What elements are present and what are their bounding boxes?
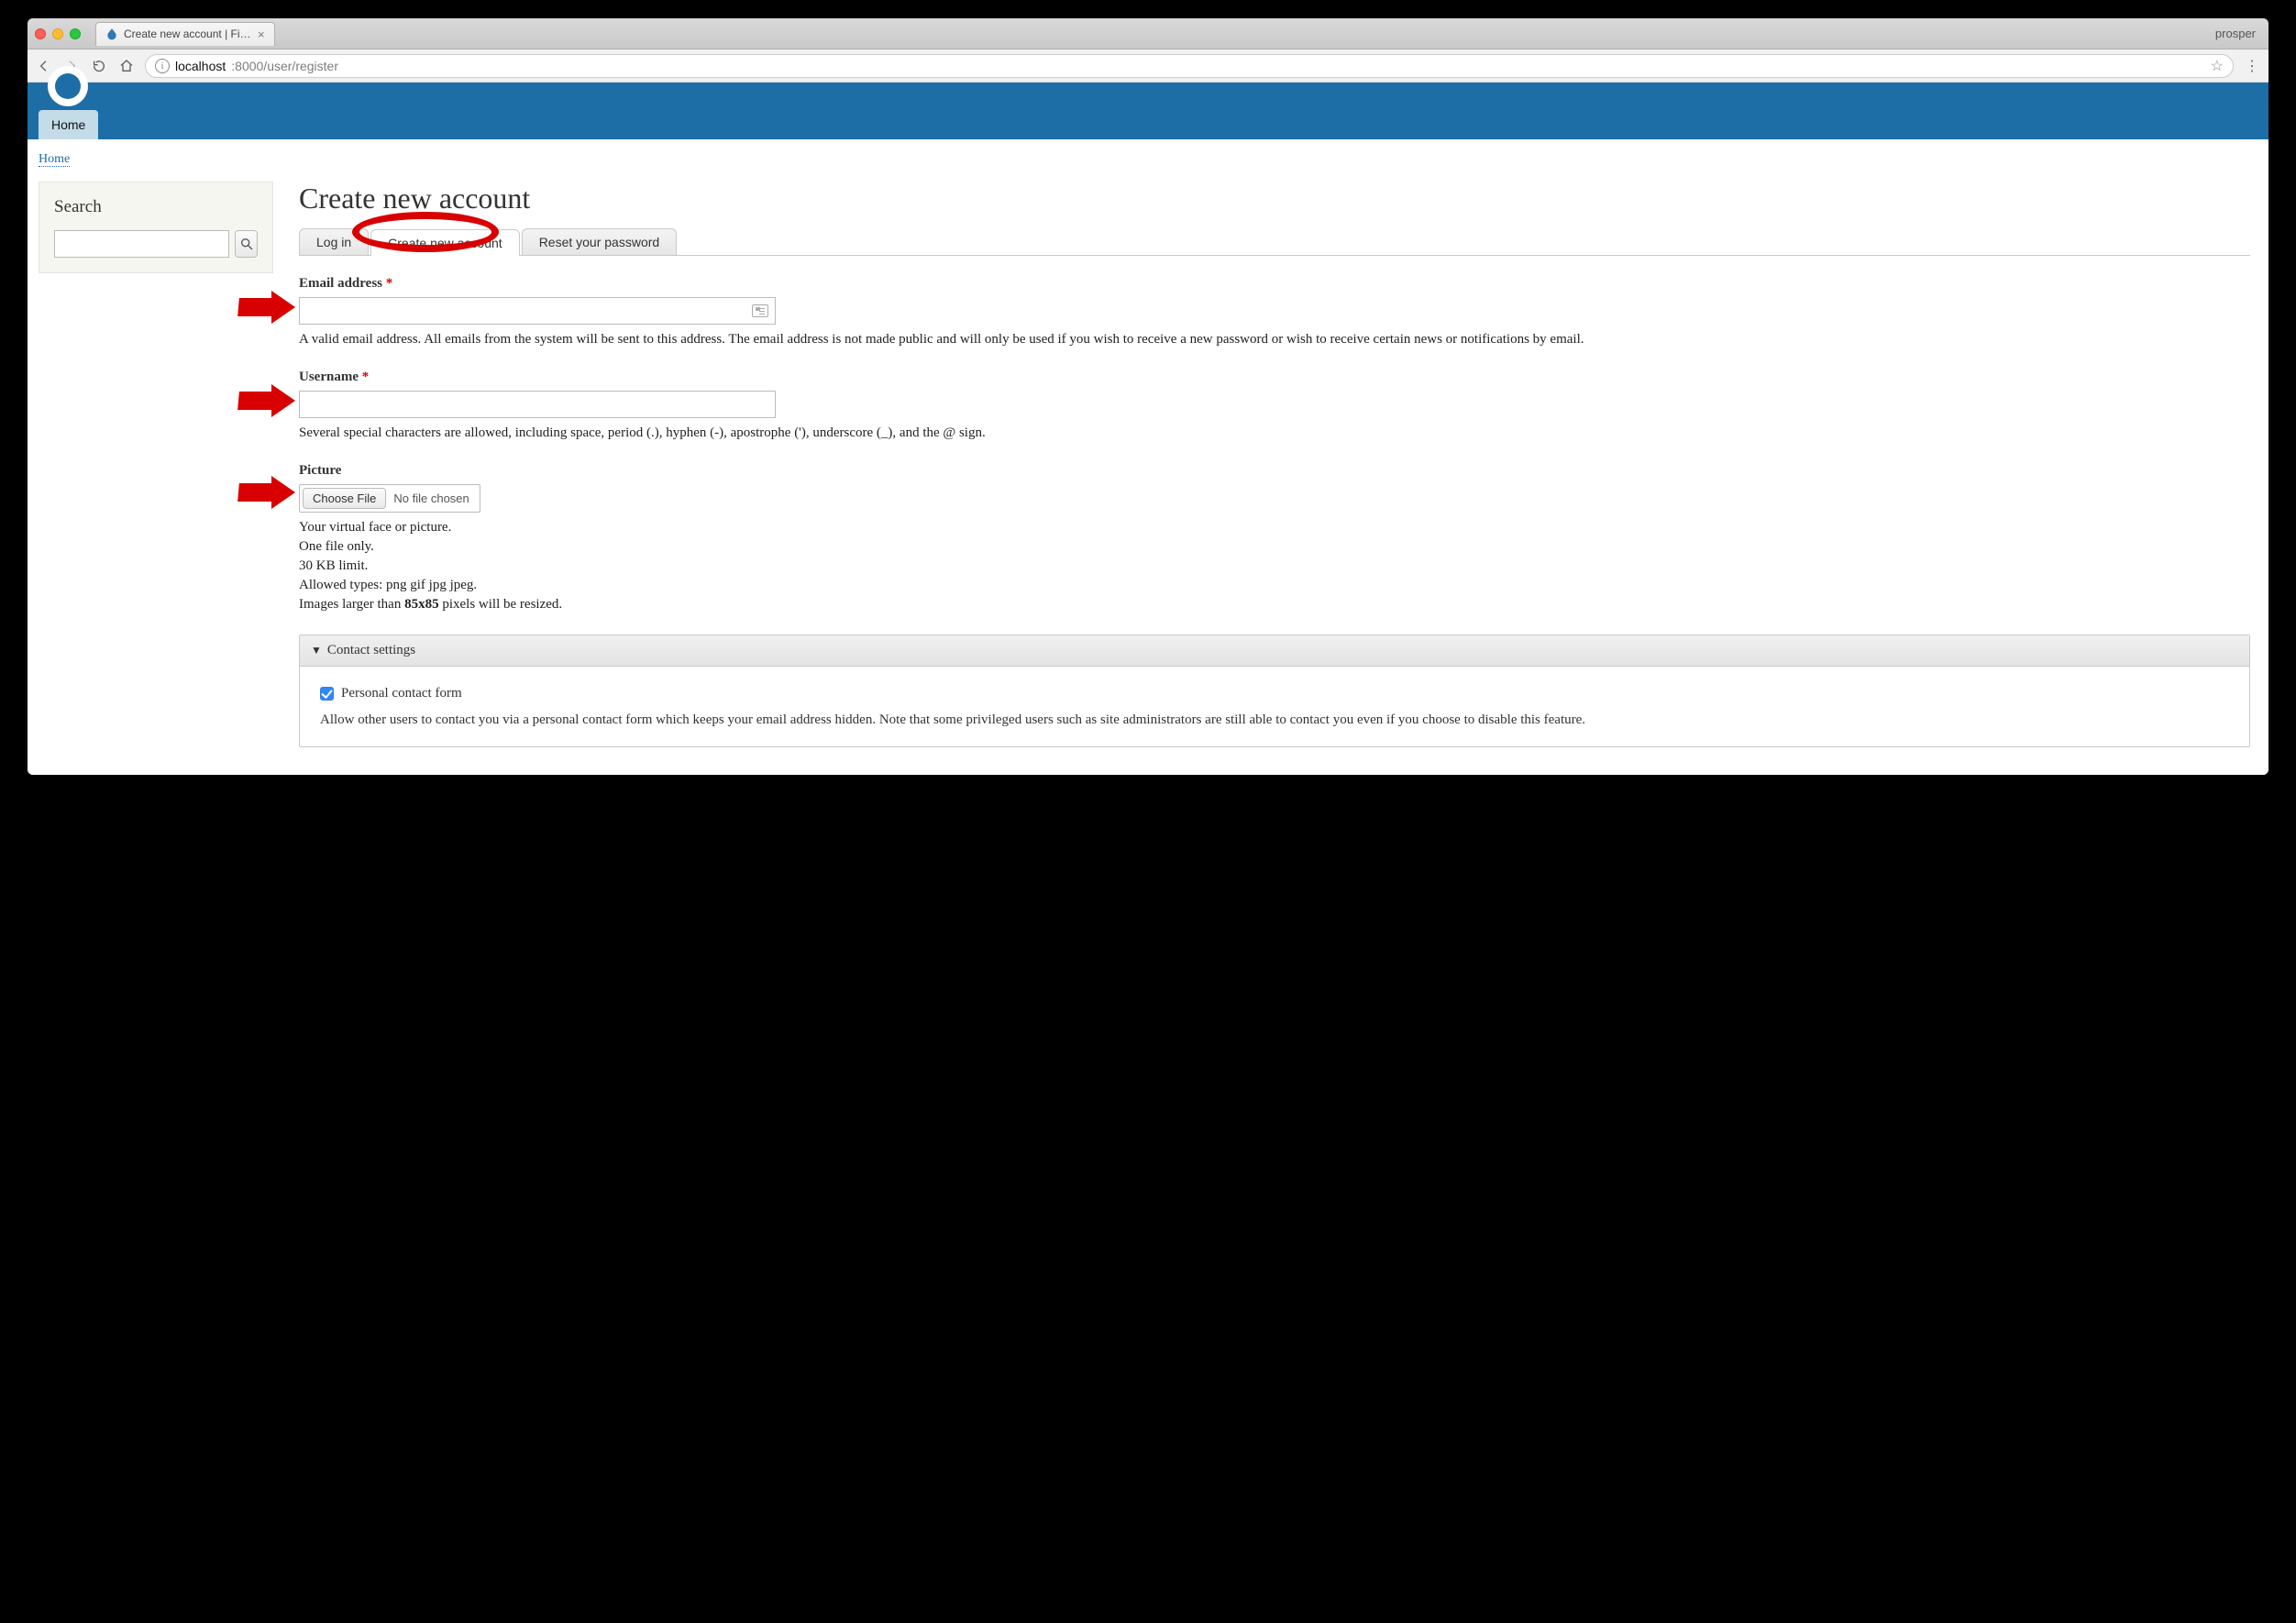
email-input[interactable]	[299, 297, 776, 325]
tab-close-icon[interactable]: ×	[258, 28, 265, 41]
field-picture: Picture Choose File No file chosen Your …	[299, 463, 2250, 614]
tab-title: Create new account | First Dru	[124, 28, 252, 40]
username-label: Username *	[299, 370, 369, 384]
picture-label: Picture	[299, 463, 341, 478]
email-help: A valid email address. All emails from t…	[299, 330, 2250, 349]
tab-reset-password[interactable]: Reset your password	[522, 228, 678, 255]
sidebar: Search	[39, 182, 273, 273]
email-label: Email address *	[299, 276, 392, 291]
username-help: Several special characters are allowed, …	[299, 424, 2250, 443]
contact-settings-summary[interactable]: ▼ Contact settings	[300, 635, 2249, 667]
personal-contact-checkbox[interactable]	[320, 687, 334, 701]
contact-settings-details: ▼ Contact settings Personal contact form…	[299, 635, 2250, 747]
site-logo-icon[interactable]	[48, 66, 88, 106]
drupal-favicon-icon	[105, 28, 118, 40]
browser-tab[interactable]: Create new account | First Dru ×	[95, 22, 275, 46]
file-input[interactable]: Choose File No file chosen	[299, 484, 480, 513]
site-info-icon[interactable]: i	[155, 59, 170, 73]
field-email: Email address * A valid email address. A…	[299, 276, 2250, 349]
home-icon[interactable]	[119, 59, 134, 73]
local-tasks-tabs: Log in Create new account Reset your pas…	[299, 228, 2250, 256]
tab-login[interactable]: Log in	[299, 228, 369, 255]
page-title: Create new account	[299, 182, 2250, 215]
back-icon[interactable]	[37, 59, 51, 73]
disclosure-triangle-icon: ▼	[311, 644, 322, 657]
field-username: Username * Several special characters ar…	[299, 370, 2250, 443]
breadcrumb-home[interactable]: Home	[39, 152, 70, 167]
bookmark-star-icon[interactable]: ☆	[2211, 57, 2224, 75]
browser-toolbar: i localhost :8000/user/register ☆ ⋮	[28, 50, 2268, 83]
picture-help: Your virtual face or picture. One file o…	[299, 518, 2250, 614]
minimize-window-icon[interactable]	[52, 28, 63, 39]
profile-name[interactable]: prosper	[2215, 27, 2261, 40]
site-banner: Home	[28, 83, 2268, 139]
nav-home[interactable]: Home	[39, 110, 98, 139]
file-status: No file chosen	[393, 491, 476, 505]
breadcrumb: Home	[28, 139, 2268, 172]
browser-menu-icon[interactable]: ⋮	[2245, 57, 2259, 75]
tab-create-account[interactable]: Create new account	[370, 229, 520, 256]
search-icon	[239, 237, 254, 251]
personal-contact-help: Allow other users to contact you via a p…	[320, 710, 2229, 731]
close-window-icon[interactable]	[35, 28, 46, 39]
url-path: :8000/user/register	[231, 59, 338, 73]
search-button[interactable]	[235, 230, 258, 258]
search-input[interactable]	[54, 230, 229, 258]
contact-card-icon	[752, 304, 768, 317]
search-block-title: Search	[54, 197, 258, 217]
browser-tabstrip: Create new account | First Dru × prosper	[28, 18, 2268, 50]
contact-settings-label: Contact settings	[327, 643, 415, 658]
window-controls	[35, 28, 81, 39]
personal-contact-label: Personal contact form	[341, 683, 462, 704]
url-host: localhost	[175, 59, 226, 73]
username-input[interactable]	[299, 391, 776, 418]
reload-icon[interactable]	[92, 59, 106, 73]
choose-file-button[interactable]: Choose File	[303, 488, 386, 509]
url-bar[interactable]: i localhost :8000/user/register ☆	[145, 54, 2234, 78]
maximize-window-icon[interactable]	[70, 28, 81, 39]
